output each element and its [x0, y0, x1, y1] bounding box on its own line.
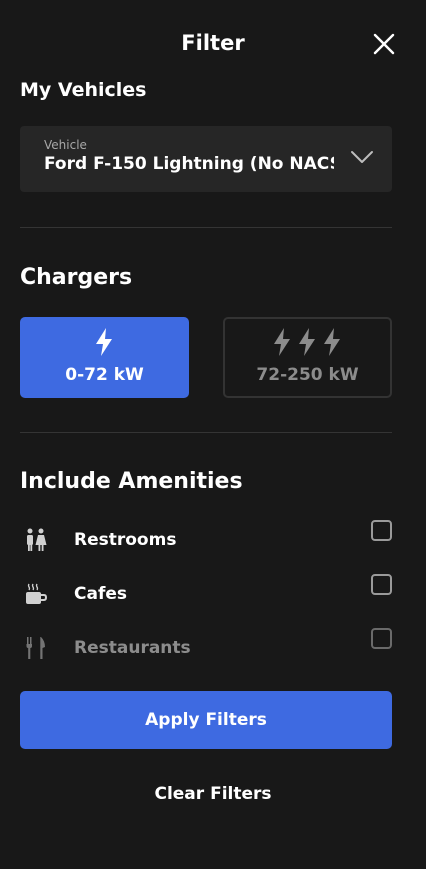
triple-bolt-icon [274, 328, 340, 356]
clear-filters-button[interactable]: Clear Filters [0, 784, 426, 804]
charger-option-label: 72-250 kW [256, 365, 359, 385]
charger-option-72-250-kw[interactable]: 72-250 kW [223, 317, 392, 398]
amenity-label: Restrooms [74, 530, 177, 550]
close-icon[interactable] [372, 32, 396, 56]
divider [20, 432, 392, 433]
amenities-heading: Include Amenities [20, 469, 243, 494]
coffee-cup-icon [26, 583, 48, 604]
amenity-label: Cafes [74, 584, 127, 604]
page-title: Filter [181, 31, 245, 55]
restrooms-checkbox[interactable] [371, 520, 392, 541]
charger-option-0-72-kw[interactable]: 0-72 kW [20, 317, 189, 398]
single-bolt-icon [96, 328, 112, 356]
vehicle-select[interactable]: Vehicle Ford F-150 Lightning (No NACS [20, 126, 392, 192]
restroom-icon [27, 528, 47, 551]
apply-filters-button[interactable]: Apply Filters [20, 691, 392, 749]
cafes-checkbox[interactable] [371, 574, 392, 595]
amenity-label: Restaurants [74, 638, 191, 658]
chevron-down-icon [351, 151, 373, 163]
amenity-row-cafes[interactable]: Cafes [20, 574, 392, 612]
amenity-row-restaurants[interactable]: Restaurants [20, 628, 392, 666]
my-vehicles-heading: My Vehicles [20, 79, 147, 101]
fork-knife-icon [26, 637, 45, 659]
restaurants-checkbox[interactable] [371, 628, 392, 649]
divider [20, 227, 392, 228]
charger-option-label: 0-72 kW [65, 365, 144, 385]
vehicle-select-value: Ford F-150 Lightning (No NACS [44, 154, 334, 174]
vehicle-select-label: Vehicle [44, 138, 87, 152]
chargers-heading: Chargers [20, 265, 133, 290]
amenity-row-restrooms[interactable]: Restrooms [20, 520, 392, 558]
